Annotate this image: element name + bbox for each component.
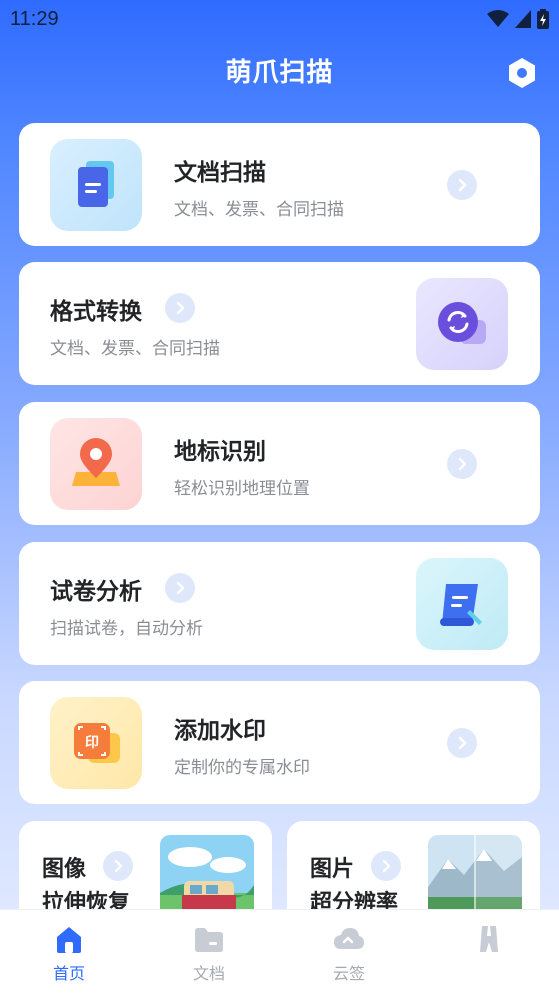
home-icon — [52, 922, 86, 956]
app-title: 萌爪扫描 — [225, 58, 334, 88]
battery-icon — [537, 9, 549, 29]
card-title: 添加水印 — [174, 718, 266, 744]
card-landmark[interactable]: 地标识别 轻松识别地理位置 — [19, 402, 540, 525]
chevron-right-icon — [165, 293, 195, 323]
card-title: 文档扫描 — [174, 160, 266, 186]
svg-text:印: 印 — [85, 734, 99, 751]
card-watermark[interactable]: 印 添加水印 定制你的专属水印 — [19, 681, 540, 804]
profile-icon — [472, 922, 506, 956]
signal-icon — [515, 10, 531, 28]
chevron-right-icon — [447, 449, 477, 479]
watermark-icon: 印 — [50, 697, 142, 789]
location-pin-icon — [50, 418, 142, 510]
wifi-icon — [487, 10, 509, 27]
card-subtitle: 扫描试卷，自动分析 — [50, 619, 203, 639]
card-subtitle: 文档、发票、合同扫描 — [174, 200, 344, 220]
bottom-tab-bar: 首页 文档 云签 — [0, 909, 559, 993]
cloud-icon — [332, 922, 366, 956]
chevron-right-icon — [447, 728, 477, 758]
card-subtitle: 轻松识别地理位置 — [174, 479, 310, 499]
card-exam-analysis[interactable]: 试卷分析 扫描试卷，自动分析 — [19, 542, 540, 665]
tab-profile[interactable] — [434, 910, 544, 993]
card-title: 格式转换 — [50, 299, 142, 325]
settings-button[interactable] — [505, 56, 539, 90]
chevron-right-icon — [103, 851, 133, 881]
card-subtitle: 定制你的专属水印 — [174, 758, 310, 778]
card-title-line1: 图像 — [42, 857, 87, 882]
status-bar: 11:29 — [0, 0, 559, 40]
chevron-right-icon — [165, 573, 195, 603]
hexagon-settings-icon — [509, 58, 535, 88]
tab-label: 首页 — [52, 964, 85, 983]
card-title: 地标识别 — [174, 439, 266, 465]
status-icons — [487, 9, 549, 29]
card-document-scan[interactable]: 文档扫描 文档、发票、合同扫描 — [19, 123, 540, 246]
card-title-line1: 图片 — [310, 857, 355, 882]
scroll-icon — [416, 558, 508, 650]
status-time: 11:29 — [10, 8, 59, 30]
tab-documents[interactable]: 文档 — [154, 910, 264, 993]
card-title: 试卷分析 — [50, 579, 142, 605]
tab-home[interactable]: 首页 — [14, 910, 124, 993]
tab-label: 文档 — [192, 964, 225, 983]
chevron-right-icon — [371, 851, 401, 881]
folder-icon — [192, 922, 226, 956]
card-format-convert[interactable]: 格式转换 文档、发票、合同扫描 — [19, 262, 540, 385]
tab-label: 云签 — [332, 964, 365, 983]
convert-icon — [416, 278, 508, 370]
tab-cloud-sign[interactable]: 云签 — [294, 910, 404, 993]
document-icon — [50, 139, 142, 231]
chevron-right-icon — [447, 170, 477, 200]
card-subtitle: 文档、发票、合同扫描 — [50, 339, 220, 359]
